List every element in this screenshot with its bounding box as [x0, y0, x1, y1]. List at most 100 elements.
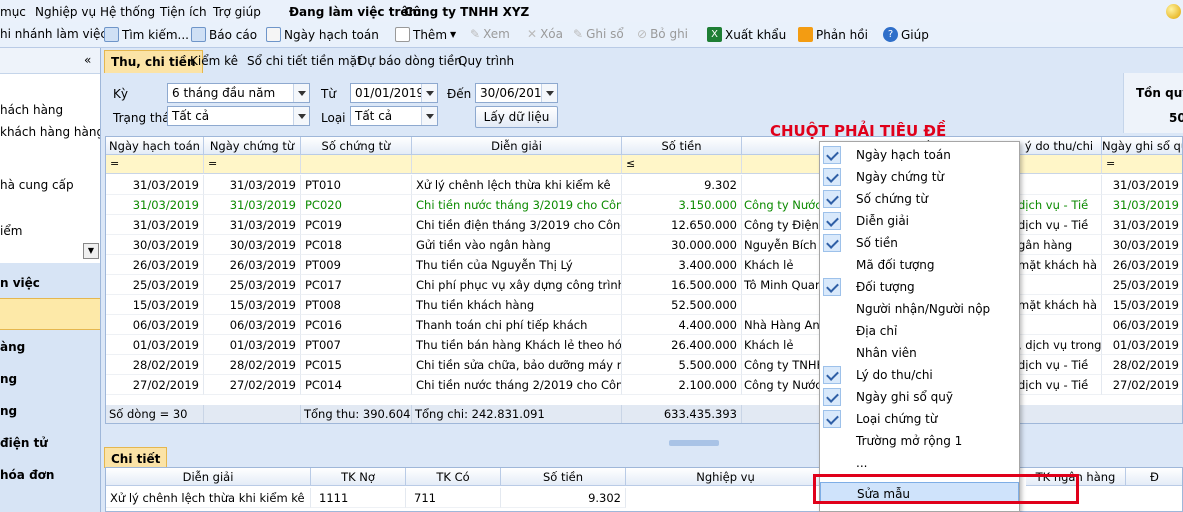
cell-posting-date[interactable]: 30/03/2019: [106, 235, 204, 255]
delete-button[interactable]: ✕ Xóa: [527, 27, 563, 41]
cell-posting-date[interactable]: 06/03/2019: [106, 315, 204, 335]
cell-reason[interactable]: gân hàng: [1016, 235, 1102, 255]
add-button[interactable]: Thêm ▼: [395, 27, 456, 42]
branch-button[interactable]: hi nhánh làm việc: [0, 27, 107, 41]
tab-inventory-check[interactable]: Kiểm kê: [184, 50, 244, 73]
filter-cell[interactable]: =: [1102, 155, 1182, 174]
cell-voucher-no[interactable]: PT007: [301, 335, 412, 355]
menu-item-column[interactable]: Mã đối tượng: [820, 254, 1019, 276]
menu-item-column[interactable]: ...: [820, 452, 1019, 474]
sidebar-module-b[interactable]: ng: [0, 404, 17, 418]
cell-amount[interactable]: 3.400.000: [622, 255, 742, 275]
cell-description[interactable]: Chi tiền nước tháng 2/2019 cho Công ty: [412, 375, 622, 395]
cell-voucher-date[interactable]: 31/03/2019: [204, 195, 301, 215]
sidebar-module-selected[interactable]: [0, 298, 100, 330]
cell-description[interactable]: Thu tiền khách hàng: [412, 295, 622, 315]
cell-posting-date[interactable]: 15/03/2019: [106, 295, 204, 315]
menu-item-column[interactable]: Địa chỉ: [820, 320, 1019, 342]
detail-cell-amount[interactable]: 9.302: [501, 488, 626, 508]
sidebar-item-customer-detail[interactable]: khách hàng hàng l...: [0, 125, 100, 139]
cell-cashbook-date[interactable]: 25/03/2019: [1102, 275, 1182, 295]
cell-voucher-date[interactable]: 28/02/2019: [204, 355, 301, 375]
type-select[interactable]: Tất cả: [350, 106, 438, 126]
menu-item-category[interactable]: mục: [0, 5, 26, 19]
cell-description[interactable]: Thu tiền bán hàng Khách lẻ theo hóa đơ: [412, 335, 622, 355]
cell-posting-date[interactable]: 25/03/2019: [106, 275, 204, 295]
sidebar-module-einvoice[interactable]: điện tử: [0, 436, 48, 450]
cell-voucher-no[interactable]: PT009: [301, 255, 412, 275]
menu-item-column[interactable]: Loại chứng từ: [820, 408, 1019, 430]
column-header[interactable]: Ngày chứng từ: [204, 137, 301, 155]
cell-description[interactable]: Thu tiền của Nguyễn Thị Lý: [412, 255, 622, 275]
tab-detail[interactable]: Chi tiết: [104, 447, 168, 468]
sidebar-module-sales[interactable]: àng: [0, 340, 25, 354]
cell-voucher-no[interactable]: PC019: [301, 215, 412, 235]
menu-item-column[interactable]: Diễn giải: [820, 210, 1019, 232]
menu-item-column[interactable]: Ngày chứng từ: [820, 166, 1019, 188]
report-button[interactable]: Báo cáo: [191, 27, 257, 42]
cell-amount[interactable]: 2.100.000: [622, 375, 742, 395]
filter-cell[interactable]: ≤: [622, 155, 742, 174]
column-header[interactable]: Ngày ghi sổ quỹ: [1102, 137, 1182, 155]
cell-posting-date[interactable]: 31/03/2019: [106, 215, 204, 235]
cell-voucher-date[interactable]: 15/03/2019: [204, 295, 301, 315]
sidebar-module-work[interactable]: n việc: [0, 276, 40, 290]
cell-reason[interactable]: , dịch vụ trong: [1016, 335, 1102, 355]
cell-amount[interactable]: 12.650.000: [622, 215, 742, 235]
cell-description[interactable]: Chi phí phục vụ xây dựng công trình: [412, 275, 622, 295]
cell-voucher-no[interactable]: PC017: [301, 275, 412, 295]
menu-item-column[interactable]: Trường mở rộng 1: [820, 430, 1019, 452]
cell-reason[interactable]: dịch vụ - Tiề: [1016, 215, 1102, 235]
filter-cell[interactable]: =: [106, 155, 204, 174]
cell-description[interactable]: Thanh toán chi phí tiếp khách: [412, 315, 622, 335]
filter-cell[interactable]: [412, 155, 622, 174]
cell-voucher-no[interactable]: PC020: [301, 195, 412, 215]
sidebar-item-inventory[interactable]: iểm: [0, 224, 22, 238]
detail-column-header[interactable]: Số tiền: [501, 468, 626, 486]
help-button[interactable]: ? Giúp: [883, 27, 929, 42]
cell-amount[interactable]: 9.302: [622, 175, 742, 195]
detail-column-header[interactable]: TK Có: [406, 468, 501, 486]
cell-voucher-no[interactable]: PT010: [301, 175, 412, 195]
menu-item-column[interactable]: Lý do thu/chi: [820, 364, 1019, 386]
sidebar-dropdown-icon[interactable]: ▼: [83, 243, 99, 259]
cell-reason[interactable]: [1016, 315, 1102, 335]
cell-description[interactable]: Chi tiền điện tháng 3/2019 cho Công ty: [412, 215, 622, 235]
cell-posting-date[interactable]: 31/03/2019: [106, 195, 204, 215]
cell-reason[interactable]: dịch vụ - Tiề: [1016, 195, 1102, 215]
cell-description[interactable]: Chi tiền nước tháng 3/2019 cho Công ty: [412, 195, 622, 215]
filter-cell[interactable]: =: [204, 155, 301, 174]
menu-item-column[interactable]: Ngày ghi sổ quỹ: [820, 386, 1019, 408]
cell-posting-date[interactable]: 31/03/2019: [106, 175, 204, 195]
cell-cashbook-date[interactable]: 30/03/2019: [1102, 235, 1182, 255]
filter-cell[interactable]: [301, 155, 412, 174]
cell-voucher-no[interactable]: PC015: [301, 355, 412, 375]
sidebar-item-customer[interactable]: hách hàng: [0, 103, 63, 117]
cell-posting-date[interactable]: 26/03/2019: [106, 255, 204, 275]
cell-posting-date[interactable]: 01/03/2019: [106, 335, 204, 355]
column-header[interactable]: Ngày hạch toán: [106, 137, 204, 155]
menu-item-operations[interactable]: Nghiệp vụ: [35, 5, 96, 19]
export-button[interactable]: X Xuất khẩu: [707, 27, 786, 42]
cell-voucher-no[interactable]: PC016: [301, 315, 412, 335]
cell-voucher-date[interactable]: 26/03/2019: [204, 255, 301, 275]
status-select[interactable]: Tất cả: [167, 106, 310, 126]
unpost-button[interactable]: ⊘ Bỏ ghi: [637, 27, 688, 41]
from-date-input[interactable]: 01/01/2019: [350, 83, 438, 103]
cell-cashbook-date[interactable]: 31/03/2019: [1102, 195, 1182, 215]
detail-cell-debit[interactable]: 1111: [311, 488, 406, 508]
cell-amount[interactable]: 52.500.000: [622, 295, 742, 315]
detail-cell-description[interactable]: Xử lý chênh lệch thừa khi kiểm kê: [106, 488, 311, 508]
menu-item-column[interactable]: Người nhận/Người nộp: [820, 298, 1019, 320]
detail-cell-credit[interactable]: 711: [406, 488, 501, 508]
tab-cashflow-forecast[interactable]: Dự báo dòng tiền: [352, 50, 468, 73]
cell-description[interactable]: Xử lý chênh lệch thừa khi kiểm kê: [412, 175, 622, 195]
cell-amount[interactable]: 4.400.000: [622, 315, 742, 335]
detail-column-header[interactable]: Đ: [1126, 468, 1182, 486]
cell-cashbook-date[interactable]: 28/02/2019: [1102, 355, 1182, 375]
feedback-button[interactable]: Phản hồi: [798, 27, 868, 42]
cell-voucher-no[interactable]: PC018: [301, 235, 412, 255]
menu-item-system[interactable]: Hệ thống: [100, 5, 155, 19]
cell-voucher-date[interactable]: 25/03/2019: [204, 275, 301, 295]
tab-cash-ledger[interactable]: Sổ chi tiết tiền mặt: [241, 50, 368, 73]
